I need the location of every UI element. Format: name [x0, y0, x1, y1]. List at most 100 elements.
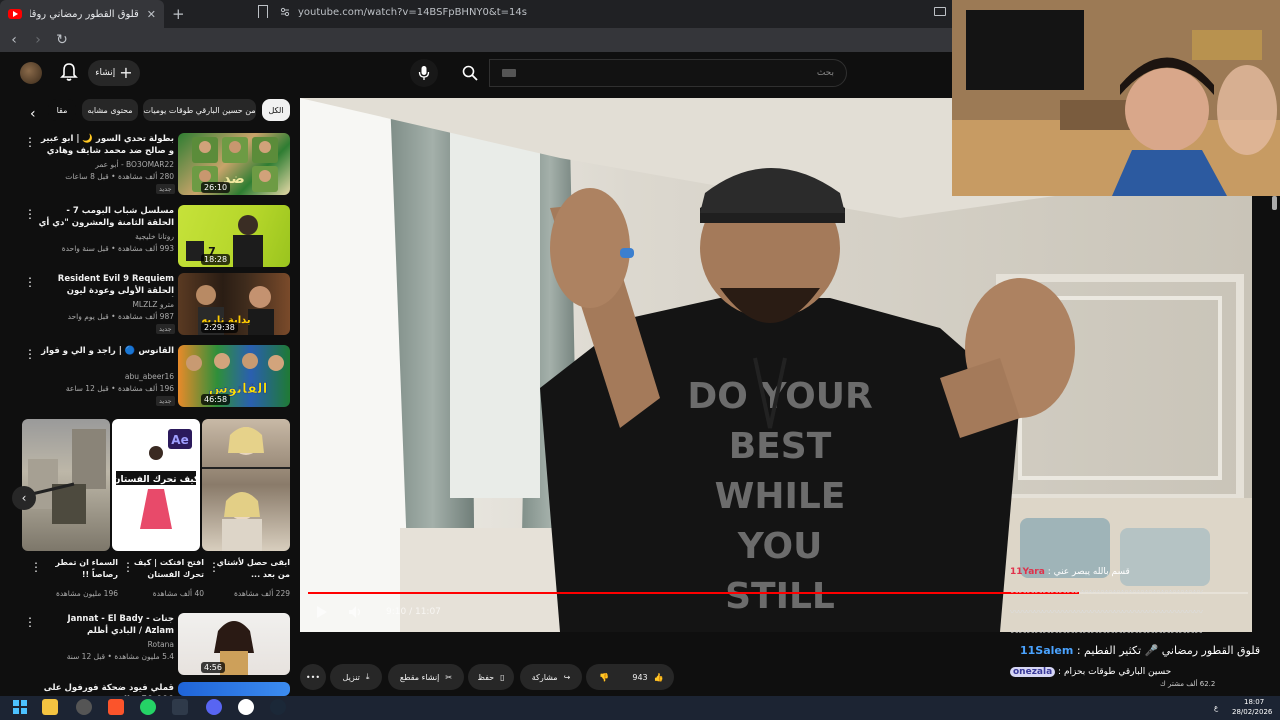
video-title[interactable]: القانوس 🔵 | راجد و الي و فواز — [38, 345, 174, 369]
save-button[interactable]: حفظ ▯ — [468, 664, 514, 690]
app-icon[interactable] — [172, 699, 188, 715]
video-thumbnail[interactable]: ضد — [178, 133, 290, 195]
clock-time[interactable]: 18:07 — [1244, 698, 1264, 706]
plus-icon: + — [119, 63, 133, 82]
dislike-button[interactable]: 👎 — [586, 664, 622, 690]
clock-date[interactable]: 28/02/2026 — [1232, 708, 1272, 716]
video-title[interactable]: بطولة تحدي السور 🌙 | ابو عبير و صالح ضد … — [38, 133, 174, 157]
video-title[interactable]: Resident Evil 9 Requiem الحلقة الأولى وع… — [38, 273, 174, 297]
more-options-icon[interactable]: ⋮ — [122, 560, 134, 574]
more-options-icon[interactable]: ⋮ — [208, 560, 220, 574]
language-indicator[interactable]: ع — [1214, 704, 1218, 712]
microphone-icon — [418, 66, 430, 80]
short-art: Ae كيف تحرك الفستان — [113, 429, 200, 529]
search-button[interactable] — [452, 59, 488, 87]
bookmark-icon[interactable] — [258, 5, 268, 18]
steam-icon[interactable] — [270, 699, 286, 715]
search-input[interactable]: بحث — [489, 59, 847, 87]
chip-from-channel[interactable]: من حسين البارقي طوقات يوميات — [143, 99, 256, 121]
whatsapp-icon[interactable] — [140, 699, 156, 715]
short-thumbnail[interactable] — [202, 419, 290, 551]
recommendation-item[interactable]: بداية ناريه 2:29:38 Resident Evil 9 Requ… — [20, 273, 292, 337]
voice-search-button[interactable] — [410, 59, 438, 87]
clip-button[interactable]: إنشاء مقطع ✂ — [388, 664, 464, 690]
scrollbar-thumb[interactable] — [1272, 196, 1277, 210]
video-thumbnail[interactable] — [178, 682, 290, 696]
new-tab-icon[interactable]: + — [172, 5, 185, 23]
recommendation-item[interactable]: القانوس 46:58 القانوس 🔵 | راجد و الي و ف… — [20, 345, 292, 409]
new-badge: جديد — [156, 396, 175, 406]
scrollbar[interactable] — [1270, 196, 1278, 666]
video-thumbnail[interactable]: القانوس — [178, 345, 290, 407]
recommendation-item[interactable]: ضد 26:10 بطولة تحدي السور 🌙 | ابو عبير و… — [20, 133, 292, 197]
more-options-icon[interactable]: ⋮ — [24, 207, 36, 221]
more-options-icon[interactable]: ⋮ — [24, 615, 36, 629]
share-icon: ↪ — [563, 672, 571, 682]
shorts-previous-button[interactable]: ‹ — [12, 486, 36, 510]
short-thumbnail[interactable]: Ae كيف تحرك الفستان — [112, 419, 200, 551]
short-thumbnail[interactable] — [22, 419, 110, 551]
chip-more[interactable]: مقا — [48, 99, 76, 121]
channel-name[interactable]: Rotana — [38, 640, 174, 649]
video-title[interactable]: قملي فيود ضحكة فورفول على 50,000 ريال — [38, 682, 174, 696]
channel-name[interactable]: BO3OMAR22 - أبو عمر — [38, 160, 174, 169]
back-icon[interactable]: ‹ — [4, 32, 24, 48]
more-options-icon[interactable]: ⋮ — [30, 560, 42, 574]
thumbnail-art: 7 — [186, 215, 263, 267]
video-title[interactable]: مسلسل شباب البومب 7 - الحلقة الثامنة وال… — [38, 205, 174, 229]
video-thumbnail[interactable] — [178, 613, 290, 675]
windows-start-icon[interactable] — [12, 699, 28, 715]
bell-icon[interactable] — [60, 62, 78, 82]
more-options-icon[interactable]: ⋮ — [24, 347, 36, 361]
recommendation-item[interactable]: قملي فيود ضحكة فورفول على 50,000 ريال — [20, 682, 292, 696]
like-button[interactable]: 943 👍 — [622, 664, 674, 690]
chat-wave: 〰〰〰〰〰〰〰〰〰〰〰〰〰〰〰〰〰〰〰〰〰〰〰〰 — [1010, 588, 1203, 598]
reload-icon[interactable]: ↻ — [52, 32, 72, 48]
short-title[interactable]: السماء ان تمطر رصاصاً !! — [42, 557, 118, 581]
obs-icon[interactable] — [76, 699, 92, 715]
settings-app-icon[interactable] — [238, 699, 254, 715]
discord-icon[interactable] — [206, 699, 222, 715]
volume-icon[interactable] — [348, 605, 362, 619]
chevron-left-icon[interactable]: ‹ — [30, 106, 36, 122]
video-title[interactable]: جنات - Jannat - El Bady Azlam / البادي أ… — [38, 613, 174, 637]
channel-name[interactable]: روتانا خليجية — [38, 232, 174, 241]
chip-similar[interactable]: محتوى مشابه — [82, 99, 138, 121]
url-field[interactable]: youtube.com/watch?v=14BSFpBHNY0&t=14s — [280, 3, 950, 21]
shirt-text: STILL — [725, 576, 835, 617]
chip-all[interactable]: الكل — [262, 99, 290, 121]
recommendation-item[interactable]: 4:56 جنات - Jannat - El Bady Azlam / الب… — [20, 613, 292, 677]
download-button[interactable]: تنزيل ⤓ — [330, 664, 382, 690]
scissors-icon: ✂ — [445, 672, 453, 682]
short-title[interactable]: ابقى حصل لأشتاي من بعد ... — [214, 557, 290, 581]
short-title[interactable]: افتح افتكت | كيف تحرك الفستان — [128, 557, 204, 581]
more-actions-button[interactable]: ••• — [300, 664, 326, 690]
channel-name[interactable]: abu_abeer16 — [38, 372, 174, 381]
shirt-text: BEST — [729, 426, 832, 467]
keyboard-icon[interactable] — [502, 69, 516, 77]
site-settings-icon[interactable] — [280, 7, 290, 17]
forward-icon[interactable]: › — [28, 32, 48, 48]
more-options-icon[interactable]: ⋮ — [24, 275, 36, 289]
file-explorer-icon[interactable] — [42, 699, 58, 715]
create-button[interactable]: إنشاء + — [88, 60, 140, 86]
search-placeholder: بحث — [816, 68, 834, 78]
channel-name[interactable]: مترو MLZLZ — [38, 300, 174, 309]
play-icon[interactable] — [316, 605, 328, 619]
thumbnail-art: ضد — [192, 137, 278, 192]
close-icon[interactable]: ✕ — [147, 8, 156, 21]
thumbs-up-icon: 👍 — [653, 672, 664, 682]
video-thumbnail[interactable]: 7 — [178, 205, 290, 267]
cast-icon[interactable] — [934, 7, 946, 16]
more-options-icon[interactable]: ⋮ — [24, 135, 36, 149]
browser-tab[interactable]: قلوق القطور رمضاني روقان ألف - ✕ — [0, 0, 164, 28]
chat-message: حسين البارقي طوقات بحزام : onezala — [1010, 667, 1171, 677]
chevron-left-icon: ‹ — [21, 491, 27, 505]
chat-message: قسم بالله يبصر عني : 11Yara — [1010, 567, 1130, 577]
video-meta: 5.4 مليون مشاهدة • قبل 12 سنة — [66, 652, 174, 661]
short-art — [202, 427, 290, 551]
recommendation-item[interactable]: 7 18:28 مسلسل شباب البومب 7 - الحلقة الث… — [20, 205, 292, 269]
share-button[interactable]: مشاركة ↪ — [520, 664, 582, 690]
brave-browser-icon[interactable] — [108, 699, 124, 715]
avatar[interactable] — [20, 62, 42, 84]
